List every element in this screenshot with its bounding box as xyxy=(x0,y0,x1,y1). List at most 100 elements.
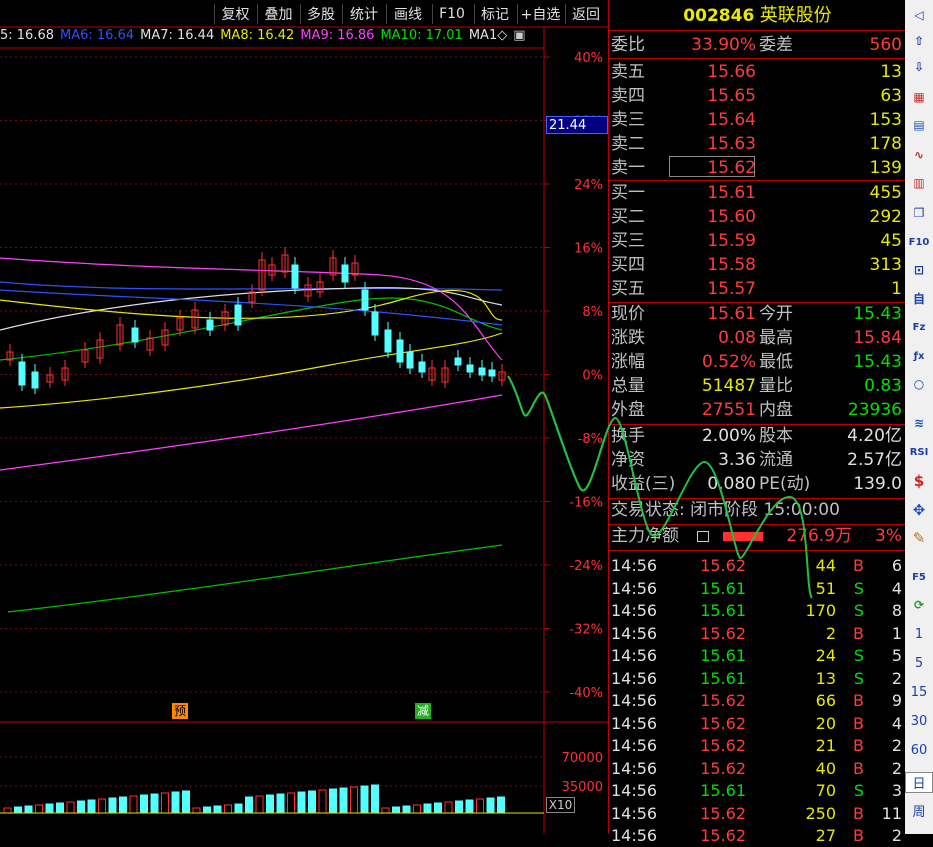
tick-price: 15.61 xyxy=(700,578,746,598)
wave-icon[interactable]: ≋ xyxy=(908,412,930,434)
candle-body xyxy=(341,264,349,283)
period-button-1[interactable]: 5 xyxy=(905,656,933,671)
bid-row[interactable]: 买三 15.59 45 xyxy=(611,230,904,253)
kline-chart-canvas[interactable]: 40%32%24%16%8%0%-8%-16%-24%-32%-40%70000… xyxy=(0,0,608,834)
ask-row[interactable]: 卖四 15.65 63 xyxy=(611,85,904,108)
price-axis-label: 40% xyxy=(574,51,603,66)
toolbar-button-2[interactable]: 多股 xyxy=(300,0,342,27)
tick-count: 1 xyxy=(891,623,902,643)
pencil-icon[interactable]: ✎ xyxy=(908,527,930,549)
stock-title: 002846 英联股份 xyxy=(611,4,904,27)
toolbar-button-0[interactable]: 复权 xyxy=(214,0,257,27)
toolbar-button-3[interactable]: 统计 xyxy=(342,0,386,27)
ask-volume: 178 xyxy=(869,134,902,154)
bid-row[interactable]: 买五 15.57 1 xyxy=(611,278,904,301)
candlestick-icon[interactable]: ▥ xyxy=(908,172,930,194)
fund-value: 139.0 xyxy=(853,474,902,494)
f5-icon[interactable]: F5 xyxy=(908,566,930,588)
tick-side: B xyxy=(853,713,864,733)
main-force-detail-icon[interactable] xyxy=(697,531,709,542)
ask-label: 卖二 xyxy=(611,134,645,154)
quote-label: 内盘 xyxy=(759,400,793,420)
arrow-up-icon[interactable]: ⇧ xyxy=(908,30,930,52)
fz-icon[interactable]: Fz xyxy=(908,316,930,338)
period-button-6[interactable]: 周 xyxy=(905,801,933,820)
volume-bar xyxy=(423,803,432,814)
toolbar-button-7[interactable]: +自选 xyxy=(517,0,564,27)
ask-row[interactable]: 卖五 15.66 13 xyxy=(611,61,904,84)
toolbar-button-1[interactable]: 叠加 xyxy=(257,0,300,27)
tick-side: B xyxy=(853,826,864,845)
table-icon[interactable]: ▤ xyxy=(908,114,930,136)
refresh-icon[interactable]: ⟳ xyxy=(908,594,930,616)
period-button-2[interactable]: 15 xyxy=(905,685,933,700)
ask-volume: 139 xyxy=(869,158,902,178)
grid-report-icon[interactable]: ▦ xyxy=(908,86,930,108)
kline-chart-area[interactable]: 40%32%24%16%8%0%-8%-16%-24%-32%-40%70000… xyxy=(0,0,608,834)
quote-row: 涨跌 0.08 最高 15.84 xyxy=(611,327,904,350)
quote-row: 涨幅 0.52% 最低 15.43 xyxy=(611,351,904,374)
volume-bar xyxy=(339,787,348,814)
ma-curve xyxy=(0,297,503,361)
trade-status-text: 交易状态: 闭市阶段 15:00:00 xyxy=(611,500,840,520)
ask-row[interactable]: 卖三 15.64 153 xyxy=(611,109,904,132)
tick-row: 14:56 15.62 20 B 4 xyxy=(611,712,904,735)
circle-icon[interactable]: ○ xyxy=(908,373,930,395)
rsi-icon[interactable]: RSI xyxy=(908,441,930,463)
tick-side: B xyxy=(853,758,864,778)
fx-icon[interactable]: ƒx xyxy=(908,345,930,367)
ask1-highlight-box xyxy=(669,156,755,177)
tick-time: 14:56 xyxy=(611,713,658,733)
toolbar-separator xyxy=(214,4,215,24)
ask-volume: 153 xyxy=(869,110,902,130)
bid-row[interactable]: 买一 15.61 455 xyxy=(611,182,904,205)
fund-label: 流通 xyxy=(759,450,793,470)
period-button-0[interactable]: 1 xyxy=(905,627,933,642)
tick-side: S xyxy=(853,781,864,800)
arrow-left-icon[interactable]: ◁ xyxy=(908,4,930,26)
candle-body xyxy=(384,329,392,353)
ask-row[interactable]: 卖二 15.63 178 xyxy=(611,133,904,156)
bid-row[interactable]: 买二 15.60 292 xyxy=(611,206,904,229)
price-axis-label: -8% xyxy=(578,432,603,447)
candle-body xyxy=(454,357,462,366)
f10-icon[interactable]: F10 xyxy=(908,231,930,253)
volume-multiplier: X10 xyxy=(546,797,575,813)
event-marker-reduce[interactable]: 减 xyxy=(415,703,431,719)
tick-volume: 170 xyxy=(805,601,836,620)
volume-bar xyxy=(329,788,337,814)
order-ratio-row: 委比 33.90% 委差 560 xyxy=(611,34,904,57)
main-force-row[interactable]: 主力净额 276.9万 3% xyxy=(611,525,904,548)
volume-bar xyxy=(392,806,400,814)
toolbar-button-6[interactable]: 标记 xyxy=(474,0,516,27)
tick-count: 9 xyxy=(891,691,902,710)
dollar-icon[interactable]: $ xyxy=(908,470,930,492)
move-icon[interactable]: ✥ xyxy=(908,499,930,521)
tick-time: 14:56 xyxy=(611,736,658,755)
candle-body xyxy=(406,351,414,369)
price-axis-label: -24% xyxy=(569,559,603,574)
window-icon[interactable]: ❐ xyxy=(908,202,930,224)
ask-row[interactable]: 卖一 15.62 139 xyxy=(611,157,904,180)
ask-label: 卖三 xyxy=(611,110,645,130)
tick-price: 15.62 xyxy=(700,758,746,778)
event-marker-forecast[interactable]: 预 xyxy=(172,703,188,719)
period-button-4[interactable]: 60 xyxy=(905,743,933,758)
legend-settings-icon[interactable]: ▣ xyxy=(513,28,525,43)
tick-volume: 2 xyxy=(825,623,836,643)
tick-count: 2 xyxy=(891,736,902,755)
period-button-5[interactable]: 日 xyxy=(905,772,933,793)
period-button-3[interactable]: 30 xyxy=(905,714,933,729)
self-select-icon[interactable]: 自 xyxy=(908,287,930,309)
toolbar-button-4[interactable]: 画线 xyxy=(386,0,430,27)
price-axis-label: 16% xyxy=(574,242,603,257)
bid-row[interactable]: 买四 15.58 313 xyxy=(611,254,904,277)
line-chart-icon[interactable]: ∿ xyxy=(908,144,930,166)
ma-curve xyxy=(0,332,503,409)
arrow-down-icon[interactable]: ⇩ xyxy=(908,56,930,78)
tick-count: 11 xyxy=(881,803,902,823)
f-chart-icon[interactable]: ⊡ xyxy=(908,259,930,281)
toolbar-button-5[interactable]: F10 xyxy=(432,0,472,27)
toolbar-button-8[interactable]: 返回 xyxy=(565,0,607,27)
volume-bar xyxy=(266,794,274,814)
